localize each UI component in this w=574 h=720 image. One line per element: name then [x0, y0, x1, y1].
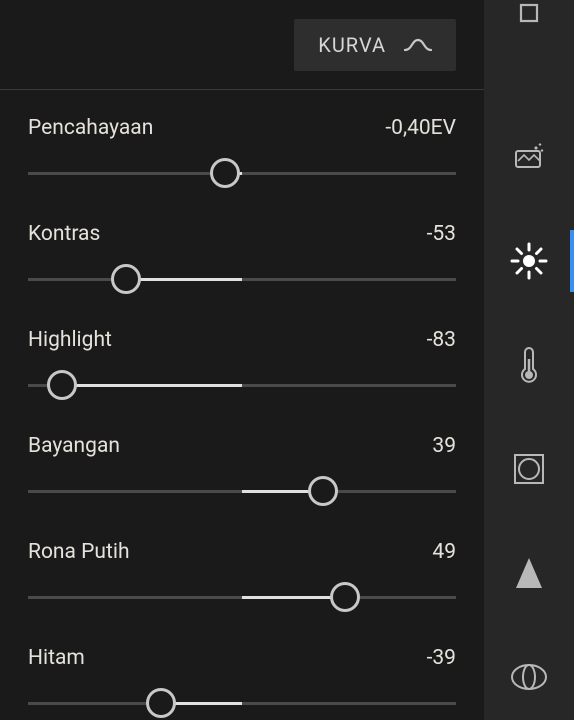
- rail-item-light[interactable]: [484, 236, 574, 286]
- thermometer-icon: [518, 345, 540, 385]
- slider-whites: Rona Putih 49: [28, 540, 456, 612]
- kurva-label: KURVA: [318, 33, 386, 57]
- slider-handle[interactable]: [47, 370, 77, 400]
- light-sliders: Pencahayaan -0,40EV Kontras -53: [0, 90, 484, 718]
- slider-track[interactable]: [28, 476, 456, 506]
- slider-contrast: Kontras -53: [28, 222, 456, 294]
- slider-handle[interactable]: [210, 158, 240, 188]
- slider-value[interactable]: -83: [427, 328, 456, 352]
- rail-item-color[interactable]: [484, 340, 574, 390]
- slider-label: Bayangan: [28, 434, 120, 458]
- rail-item-healing[interactable]: [484, 132, 574, 182]
- healing-icon: [512, 143, 546, 171]
- slider-track[interactable]: [28, 264, 456, 294]
- slider-value[interactable]: 49: [432, 540, 456, 564]
- slider-value[interactable]: -0,40EV: [385, 116, 456, 140]
- geometry-icon: [514, 556, 544, 590]
- slider-handle[interactable]: [111, 264, 141, 294]
- slider-label: Rona Putih: [28, 540, 130, 564]
- rail-item-crop[interactable]: [484, 8, 574, 18]
- slider-highlights: Highlight -83: [28, 328, 456, 400]
- slider-blacks: Hitam -39: [28, 646, 456, 718]
- rail-item-geometry[interactable]: [484, 548, 574, 598]
- panel-header: KURVA: [0, 0, 484, 90]
- rail-item-optics[interactable]: [484, 652, 574, 702]
- slider-value[interactable]: -53: [427, 222, 456, 246]
- lens-icon: [510, 663, 548, 691]
- slider-track[interactable]: [28, 688, 456, 718]
- slider-track[interactable]: [28, 582, 456, 612]
- slider-label: Pencahayaan: [28, 116, 153, 140]
- light-icon: [509, 241, 549, 281]
- slider-handle[interactable]: [330, 582, 360, 612]
- slider-label: Highlight: [28, 328, 112, 352]
- vignette-icon: [512, 452, 546, 486]
- slider-handle[interactable]: [146, 688, 176, 718]
- slider-shadows: Bayangan 39: [28, 434, 456, 506]
- slider-label: Hitam: [28, 646, 85, 670]
- slider-track[interactable]: [28, 370, 456, 400]
- crop-icon: [512, 0, 546, 30]
- slider-exposure: Pencahayaan -0,40EV: [28, 116, 456, 188]
- slider-value[interactable]: -39: [427, 646, 456, 670]
- slider-label: Kontras: [28, 222, 100, 246]
- slider-track[interactable]: [28, 158, 456, 188]
- tool-rail: [484, 0, 574, 720]
- slider-handle[interactable]: [308, 476, 338, 506]
- edit-panel: KURVA Pencahayaan -0,40EV Kontra: [0, 0, 484, 720]
- curve-icon: [404, 36, 432, 54]
- rail-item-detail[interactable]: [484, 444, 574, 494]
- slider-value[interactable]: 39: [432, 434, 456, 458]
- kurva-button[interactable]: KURVA: [294, 19, 456, 71]
